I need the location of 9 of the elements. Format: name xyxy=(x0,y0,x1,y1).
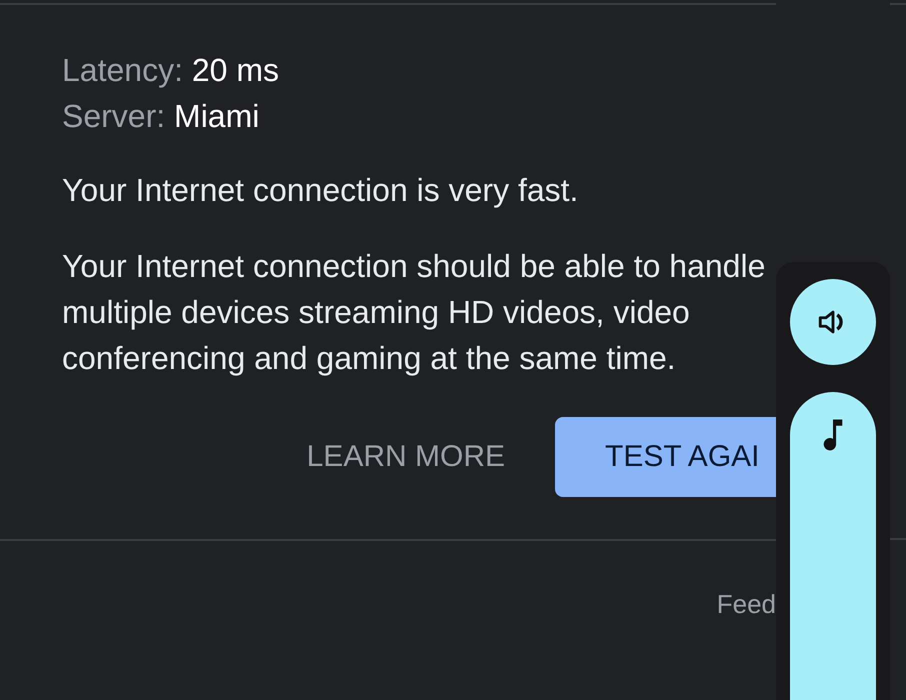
feedback-link[interactable]: Feed xyxy=(716,589,776,620)
test-again-button[interactable]: TEST AGAI xyxy=(555,417,776,497)
music-note-icon xyxy=(822,418,844,452)
description-text: Your Internet connection should be able to handle multiple devices streaming HD videos, video conferencing and gaming at the same time. xyxy=(62,247,766,378)
summary-text: Your Internet connection is very fast. xyxy=(62,171,580,210)
stat-line: Latency: 20 ms xyxy=(62,51,280,90)
stat-line: Server: Miami xyxy=(62,97,260,136)
learn-more-button[interactable]: LEARN MORE xyxy=(306,440,505,474)
volume-slider[interactable] xyxy=(790,392,876,700)
